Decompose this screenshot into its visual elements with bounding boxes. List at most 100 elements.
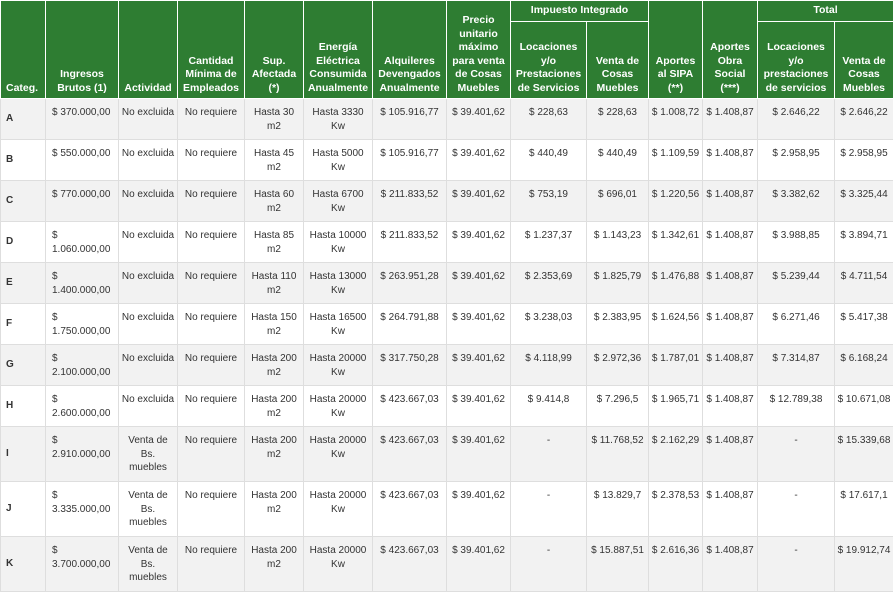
header-ingresos: Ingresos Brutos (1) <box>45 0 119 99</box>
cell-sipa: $ 1.476,88 <box>648 262 703 304</box>
table-body: A $ 370.000,00 No excluida No requiere Hasta… <box>0 98 893 592</box>
cell-imp-loc: - <box>510 481 587 537</box>
header-sipa: Aportes al SIPA (**) <box>648 0 703 99</box>
cell-sipa: $ 1.109,59 <box>648 139 703 181</box>
cell-obra: $ 1.408,87 <box>702 139 758 181</box>
cell-imp-loc: $ 228,63 <box>510 98 587 140</box>
header-imp-venta: Venta de Cosas Muebles <box>586 21 649 99</box>
cell-tot-loc: $ 3.988,85 <box>757 221 835 263</box>
cell-imp-venta: $ 2.383,95 <box>586 303 649 345</box>
cell-ingresos: $ 2.910.000,00 <box>45 426 119 482</box>
header-imp-locaciones: Locaciones y/o Prestaciones de Servicios <box>510 21 587 99</box>
table-row: E $ 1.400.000,00 No excluida No requiere Has… <box>0 262 893 304</box>
cell-empleados: No requiere <box>177 536 245 592</box>
cell-precio: $ 39.401,62 <box>446 180 511 222</box>
cell-precio: $ 39.401,62 <box>446 385 511 427</box>
cell-precio: $ 39.401,62 <box>446 303 511 345</box>
cell-obra: $ 1.408,87 <box>702 536 758 592</box>
cell-empleados: No requiere <box>177 98 245 140</box>
cell-actividad: Venta de Bs. muebles <box>118 536 178 592</box>
cell-tot-loc: $ 5.239,44 <box>757 262 835 304</box>
cell-sipa: $ 1.787,01 <box>648 344 703 386</box>
cell-obra: $ 1.408,87 <box>702 180 758 222</box>
cell-tot-venta: $ 4.711,54 <box>834 262 893 304</box>
table-row: F $ 1.750.000,00 No excluida No requiere Has… <box>0 303 893 345</box>
cell-sup: Hasta 200 m2 <box>244 536 304 592</box>
header-categ: Categ. <box>0 0 46 99</box>
cell-precio: $ 39.401,62 <box>446 481 511 537</box>
cell-ingresos: $ 2.100.000,00 <box>45 344 119 386</box>
cell-precio: $ 39.401,62 <box>446 536 511 592</box>
cell-actividad: No excluida <box>118 262 178 304</box>
cell-alquileres: $ 423.667,03 <box>372 426 447 482</box>
cell-cat: J <box>0 481 46 537</box>
cell-obra: $ 1.408,87 <box>702 221 758 263</box>
cell-sipa: $ 1.342,61 <box>648 221 703 263</box>
cell-precio: $ 39.401,62 <box>446 344 511 386</box>
cell-actividad: No excluida <box>118 385 178 427</box>
cell-alquileres: $ 423.667,03 <box>372 536 447 592</box>
cell-obra: $ 1.408,87 <box>702 262 758 304</box>
cell-cat: D <box>0 221 46 263</box>
header-obra: Aportes Obra Social (***) <box>702 0 758 99</box>
cell-imp-loc: $ 3.238,03 <box>510 303 587 345</box>
cell-ingresos: $ 1.060.000,00 <box>45 221 119 263</box>
cell-obra: $ 1.408,87 <box>702 344 758 386</box>
table-row: K $ 3.700.000,00 Venta de Bs. muebles No re… <box>0 536 893 592</box>
cell-tot-loc: $ 2.958,95 <box>757 139 835 181</box>
cell-ingresos: $ 1.750.000,00 <box>45 303 119 345</box>
cell-imp-loc: $ 440,49 <box>510 139 587 181</box>
cell-sup: Hasta 200 m2 <box>244 385 304 427</box>
cell-sup: Hasta 45 m2 <box>244 139 304 181</box>
table-header: Categ. Ingresos Brutos (1) Actividad Can… <box>0 0 893 99</box>
cell-cat: K <box>0 536 46 592</box>
cell-empleados: No requiere <box>177 303 245 345</box>
header-sup: Sup. Afectada (*) <box>244 0 304 99</box>
table-row: H $ 2.600.000,00 No excluida No requiere Has… <box>0 385 893 427</box>
table-row: A $ 370.000,00 No excluida No requiere Hasta… <box>0 98 893 140</box>
cell-cat: B <box>0 139 46 181</box>
cell-tot-loc: $ 2.646,22 <box>757 98 835 140</box>
cell-energia: Hasta 20000 Kw <box>303 385 373 427</box>
cell-imp-venta: $ 1.143,23 <box>586 221 649 263</box>
table-row: B $ 550.000,00 No excluida No requiere Hasta… <box>0 139 893 181</box>
cell-ingresos: $ 550.000,00 <box>45 139 119 181</box>
header-energia: Energía Eléctrica Consumida Anualmente <box>303 0 373 99</box>
cell-empleados: No requiere <box>177 221 245 263</box>
cell-actividad: No excluida <box>118 180 178 222</box>
cell-alquileres: $ 263.951,28 <box>372 262 447 304</box>
monotributo-table: Categ. Ingresos Brutos (1) Actividad Can… <box>0 0 893 592</box>
cell-obra: $ 1.408,87 <box>702 426 758 482</box>
cell-imp-venta: $ 440,49 <box>586 139 649 181</box>
cell-alquileres: $ 211.833,52 <box>372 180 447 222</box>
cell-sup: Hasta 150 m2 <box>244 303 304 345</box>
cell-imp-venta: $ 15.887,51 <box>586 536 649 592</box>
cell-cat: A <box>0 98 46 140</box>
cell-sup: Hasta 110 m2 <box>244 262 304 304</box>
cell-tot-venta: $ 2.958,95 <box>834 139 893 181</box>
cell-empleados: No requiere <box>177 139 245 181</box>
cell-cat: I <box>0 426 46 482</box>
cell-actividad: No excluida <box>118 303 178 345</box>
header-impuesto-group: Impuesto Integrado <box>510 0 649 22</box>
cell-actividad: No excluida <box>118 98 178 140</box>
cell-empleados: No requiere <box>177 385 245 427</box>
cell-cat: C <box>0 180 46 222</box>
cell-alquileres: $ 105.916,77 <box>372 98 447 140</box>
cell-imp-loc: $ 9.414,8 <box>510 385 587 427</box>
cell-tot-venta: $ 2.646,22 <box>834 98 893 140</box>
cell-sipa: $ 2.162,29 <box>648 426 703 482</box>
cell-imp-venta: $ 7.296,5 <box>586 385 649 427</box>
cell-actividad: No excluida <box>118 221 178 263</box>
cell-tot-venta: $ 17.617,1 <box>834 481 893 537</box>
cell-tot-loc: - <box>757 536 835 592</box>
cell-cat: H <box>0 385 46 427</box>
cell-imp-loc: $ 753,19 <box>510 180 587 222</box>
cell-tot-venta: $ 15.339,68 <box>834 426 893 482</box>
cell-tot-venta: $ 6.168,24 <box>834 344 893 386</box>
cell-energia: Hasta 5000 Kw <box>303 139 373 181</box>
table-row: I $ 2.910.000,00 Venta de Bs. muebles No re… <box>0 426 893 482</box>
cell-sup: Hasta 60 m2 <box>244 180 304 222</box>
cell-sipa: $ 1.965,71 <box>648 385 703 427</box>
cell-precio: $ 39.401,62 <box>446 221 511 263</box>
